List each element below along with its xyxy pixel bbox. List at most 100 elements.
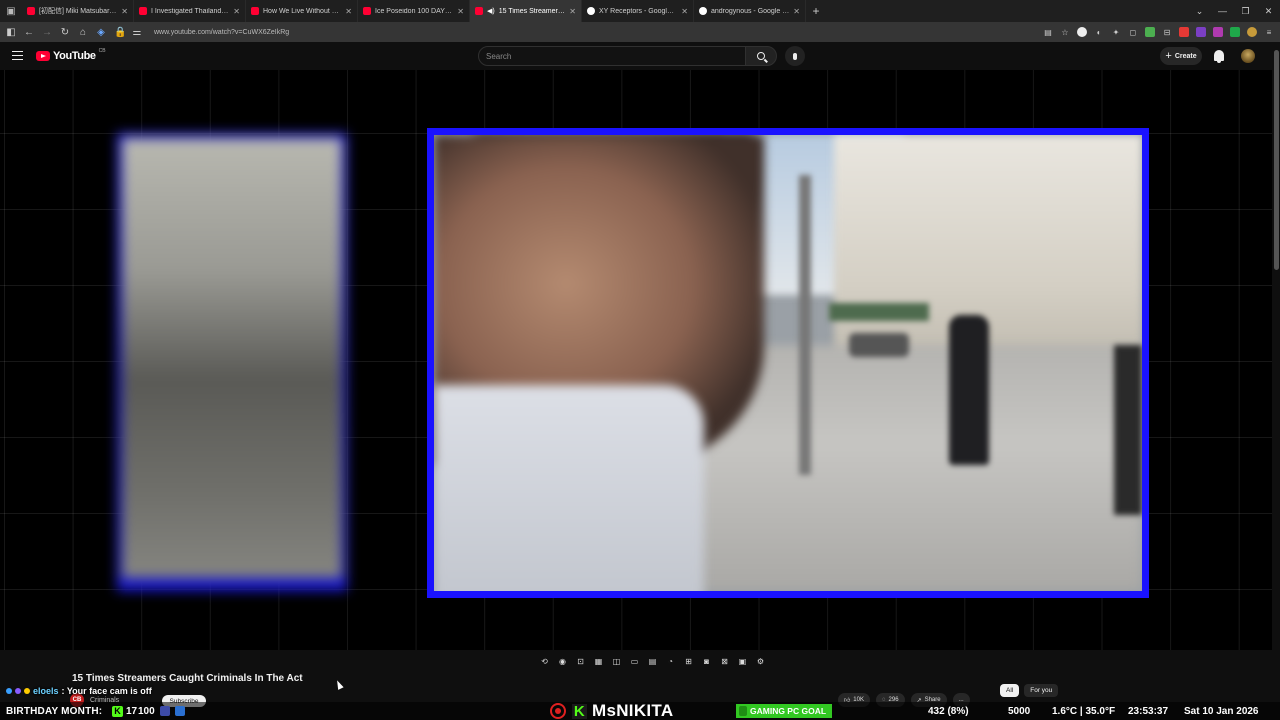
browser-menu-icon[interactable]: ≡ [1264, 27, 1274, 37]
extension-icon[interactable] [1213, 27, 1223, 37]
browser-tab[interactable]: XY Receptors - Google Search✕ [582, 0, 694, 22]
close-window-icon[interactable]: ✕ [1257, 6, 1280, 17]
minimize-icon[interactable]: — [1211, 6, 1234, 16]
extension-icon[interactable]: ◻ [1128, 27, 1138, 37]
screenshot-icon[interactable]: ◙ [700, 655, 713, 667]
chip-for-you[interactable]: For you [1024, 684, 1059, 697]
browser-tab[interactable]: Ice Poseidon 100 DAYS FULL VI ✕ [358, 0, 470, 22]
menu-icon[interactable] [12, 51, 23, 60]
profile-icon[interactable] [1247, 27, 1257, 37]
extension-icon[interactable] [1145, 27, 1155, 37]
tab-label: How We Live Without Water an [263, 7, 342, 15]
clip-icon[interactable]: ⊠ [718, 655, 731, 667]
microphone-icon [793, 52, 797, 60]
google-favicon-icon [699, 7, 707, 15]
page-scrollbar[interactable] [1272, 42, 1280, 650]
extension-icon[interactable]: ⊟ [1162, 27, 1172, 37]
bookmark-star-icon[interactable]: ☆ [1060, 27, 1070, 37]
main-video-frame [427, 128, 1149, 598]
miniplayer-icon[interactable]: ◫ [610, 655, 623, 667]
goal-label: GAMING PC GOAL [736, 704, 833, 718]
new-tab-button[interactable]: + [806, 4, 826, 18]
site-settings-icon[interactable]: ⚌ [132, 27, 142, 38]
extensions-bar: ▤ ☆ ◐ ✦ ◻ ⊟ ≡ [1043, 22, 1274, 42]
speaker-icon[interactable]: ◀) [487, 7, 495, 15]
scrollbar-thumb[interactable] [1274, 50, 1279, 270]
youtube-logo[interactable]: YouTube CB [36, 48, 106, 62]
browser-tab[interactable]: [初配信] Miki Matsubara '真 ✕ [22, 0, 134, 22]
kick-icon: K [112, 705, 123, 717]
reload-icon[interactable]: ↻ [60, 27, 70, 38]
youtube-favicon-icon [251, 7, 259, 15]
tab-label: Ice Poseidon 100 DAYS FULL VI [375, 7, 453, 15]
browser-tab[interactable]: How We Live Without Water an✕ [246, 0, 358, 22]
tab-label: androgynous - Google Search [711, 7, 789, 15]
subtitles-icon[interactable]: ▣ [736, 655, 749, 667]
loop-icon[interactable]: ⟲ [538, 655, 551, 667]
close-tab-icon[interactable]: ✕ [793, 7, 800, 16]
close-tab-icon[interactable]: ✕ [345, 7, 352, 16]
extension-icon[interactable] [1179, 27, 1189, 37]
browser-tab[interactable]: androgynous - Google Search ✕ [694, 0, 806, 22]
search-button[interactable] [745, 46, 777, 66]
tab-actions-icon[interactable]: ▣ [0, 0, 22, 22]
count-value: 17 [126, 705, 138, 717]
forward-icon[interactable]: → [42, 27, 52, 38]
extension-icon[interactable] [1230, 27, 1240, 37]
app-icon [175, 706, 185, 716]
browser-tab-strip: ▣ [初配信] Miki Matsubara '真 ✕ I Investigate… [0, 0, 1280, 22]
goal-target: 5000 [1008, 705, 1031, 717]
chapters-icon[interactable]: ▦ [592, 655, 605, 667]
account-avatar[interactable] [1241, 49, 1255, 63]
reader-mode-icon[interactable]: ▤ [1043, 27, 1053, 37]
create-button[interactable]: + Create [1160, 47, 1202, 65]
search-input[interactable]: Search [478, 46, 746, 66]
chat-text: : Your face cam is off [61, 686, 152, 696]
voice-search-button[interactable] [785, 46, 805, 66]
traffic-light-pole [799, 175, 811, 475]
extension-icon[interactable] [1196, 27, 1206, 37]
mouse-cursor-icon [334, 679, 344, 690]
logo-country-code: CB [98, 48, 106, 54]
browser-tab[interactable]: I Investigated Thailand's Ladyb ✕ [134, 0, 246, 22]
notifications-bell-icon[interactable] [1214, 50, 1224, 63]
pedestrian [1114, 345, 1142, 515]
video-title: 15 Times Streamers Caught Criminals In T… [72, 673, 303, 684]
browser-tab-active[interactable]: ◀)15 Times Streamers Caught✕ [470, 0, 582, 22]
lock-icon[interactable]: 🔒 [114, 27, 126, 38]
extension-icon[interactable]: ◐ [1094, 27, 1104, 37]
puzzle-icon[interactable]: ✦ [1111, 27, 1121, 37]
close-tab-icon[interactable]: ✕ [457, 7, 464, 16]
tab-search-icon[interactable]: ⌄ [1188, 6, 1211, 17]
close-tab-icon[interactable]: ✕ [233, 7, 240, 16]
cast-icon[interactable]: ⊡ [574, 655, 587, 667]
add-icon[interactable]: ⊞ [682, 655, 695, 667]
settings-gear-icon[interactable]: ⚙ [754, 655, 767, 667]
shield-icon[interactable]: ◈ [96, 27, 106, 38]
youtube-favicon-icon [139, 7, 147, 15]
search-icon [757, 52, 765, 60]
theater-mode-icon[interactable]: ▭ [628, 655, 641, 667]
goal-progress: 432 (8%) [928, 705, 969, 717]
tab-label: I Investigated Thailand's Ladyb [151, 7, 229, 15]
audio-icon[interactable]: ◉ [556, 655, 569, 667]
home-icon[interactable]: ⌂ [78, 27, 88, 38]
chat-username: eloels [33, 686, 59, 696]
layout-icon[interactable]: ▤ [646, 655, 659, 667]
overlay-icons [160, 706, 185, 716]
chip-all[interactable]: All [1000, 684, 1020, 697]
parked-car [849, 333, 909, 357]
restore-icon[interactable]: ❐ [1234, 6, 1257, 17]
video-player[interactable] [0, 70, 1272, 650]
extension-icon[interactable] [1077, 27, 1087, 37]
youtube-favicon-icon [475, 7, 483, 15]
recommendation-filter-chips: All For you [1000, 684, 1059, 697]
close-tab-icon[interactable]: ✕ [121, 7, 128, 16]
url-field[interactable]: www.youtube.com/watch?v=CuWX6ZeIkRg [154, 29, 289, 36]
speed-icon[interactable]: ◔ [664, 655, 677, 667]
chat-badge-icon [15, 688, 21, 694]
close-tab-icon[interactable]: ✕ [681, 7, 688, 16]
sidebar-toggle-icon[interactable]: ◧ [6, 27, 16, 38]
back-icon[interactable]: ← [24, 27, 34, 38]
close-tab-icon[interactable]: ✕ [569, 7, 576, 16]
